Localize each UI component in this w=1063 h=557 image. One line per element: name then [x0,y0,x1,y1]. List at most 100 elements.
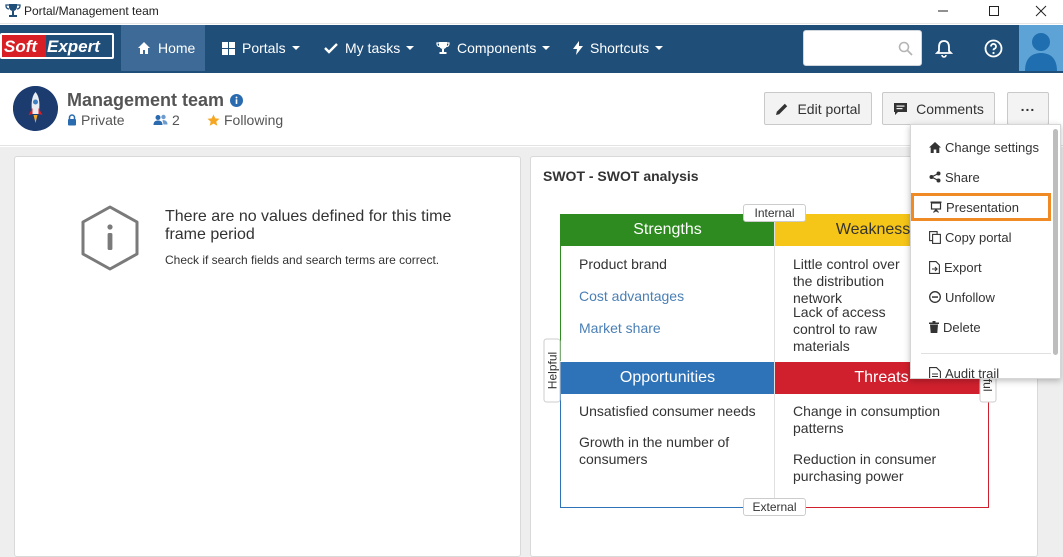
threats-quadrant: Threats Change in consumption patterns R… [775,362,989,508]
portal-avatar [13,86,58,131]
user-avatar[interactable] [1019,25,1063,71]
nav-my-tasks-label: My tasks [345,40,401,56]
menu-item-unfollow[interactable]: Unfollow [911,283,1054,311]
chevron-down-icon [542,46,551,50]
users-icon [153,114,168,125]
axis-label-internal: Internal [743,204,806,222]
check-icon [324,43,338,54]
menu-item-label: Delete [943,319,981,335]
axis-label-helpful: Helpful [543,338,561,403]
menu-divider [921,353,1051,354]
bolt-icon [573,41,583,55]
top-navbar: Soft Expert Home Portals My tasks Compon… [0,25,1063,73]
trophy-app-icon [5,3,21,19]
menu-item-delete[interactable]: Delete [911,313,1054,341]
threats-item: Reduction in consumer purchasing power [793,451,937,484]
export-icon [929,260,940,274]
menu-item-label: Copy portal [945,229,1012,245]
trash-icon [929,321,939,333]
nav-portals[interactable]: Portals [222,25,300,71]
chevron-down-icon [291,46,300,50]
close-button[interactable] [1018,0,1063,22]
strengths-item: Product brand [579,256,667,272]
comments-button[interactable]: Comments [882,92,995,125]
help-icon [984,39,1002,57]
info-hexagon-icon [81,205,139,271]
menu-item-label: Share [945,169,980,185]
menu-item-label: Audit trail [945,365,1000,379]
more-options-menu: Change settings Share Presentation Copy … [910,124,1061,379]
lock-icon [68,114,76,126]
audit-icon [929,366,941,378]
minimize-button[interactable] [920,0,966,22]
opportunities-header: Opportunities [561,362,774,394]
members-label: 2 [172,112,180,128]
pencil-icon [776,103,788,115]
chevron-down-icon [406,46,415,50]
portal-header: Management team Private 2 Following Edit… [0,73,1063,146]
comment-icon [894,102,908,115]
nav-shortcuts-label: Shortcuts [590,40,650,56]
svg-text:Expert: Expert [47,37,101,56]
nav-components-label: Components [457,40,537,56]
home-icon [138,42,150,54]
softexpert-logo[interactable]: Soft Expert [0,33,114,59]
rocket-icon [13,86,58,131]
window-titlebar: Portal/Management team [0,0,1063,24]
menu-item-presentation[interactable]: Presentation [911,193,1051,221]
page-title: Management team [67,90,225,110]
nav-portals-label: Portals [242,40,286,56]
members-count[interactable]: 2 [153,112,180,128]
weaknesses-item: Little control over the distribution net… [793,256,900,306]
home-icon [929,141,941,153]
trophy-icon [436,42,450,54]
privacy-label: Private [81,112,125,128]
more-options-button[interactable]: ... [1007,92,1049,125]
swot-title: SWOT - SWOT analysis [543,168,699,184]
opportunities-item: Unsatisfied consumer needs [579,403,756,419]
opportunities-item: Growth in the number of consumers [579,434,730,467]
empty-state-subtitle: Check if search fields and search terms … [165,253,440,267]
svg-text:Soft: Soft [4,37,38,56]
menu-item-label: Unfollow [945,289,995,305]
help-button[interactable] [982,37,1004,59]
menu-item-label: Change settings [945,139,1039,155]
presentation-icon [930,201,942,213]
nav-my-tasks[interactable]: My tasks [324,25,415,71]
menu-item-export[interactable]: Export [911,253,1054,281]
nav-components[interactable]: Components [436,25,551,71]
search-icon[interactable] [898,41,913,56]
chevron-down-icon [655,46,664,50]
bell-icon [935,39,953,58]
menu-item-audit-trail[interactable]: Audit trail [911,359,1054,379]
nav-home-label: Home [158,40,196,56]
menu-item-label: Export [944,259,982,275]
search-box[interactable] [803,30,922,66]
portals-icon [222,41,235,55]
menu-scrollbar[interactable] [1053,129,1058,355]
comments-label: Comments [916,100,984,117]
edit-portal-label: Edit portal [797,100,861,117]
nav-home[interactable]: Home [121,25,205,71]
empty-state-title: There are no values defined for this tim… [165,208,452,243]
notifications-button[interactable] [933,37,955,59]
menu-item-copy-portal[interactable]: Copy portal [911,223,1054,251]
strengths-quadrant: Strengths Product brand Cost advantages … [560,214,774,361]
menu-item-share[interactable]: Share [911,163,1054,191]
search-input[interactable] [804,31,894,65]
opportunities-quadrant: Opportunities Unsatisfied consumer needs… [560,362,774,508]
nav-shortcuts[interactable]: Shortcuts [573,25,664,71]
star-icon [207,114,220,126]
window-title: Portal/Management team [24,4,159,18]
strengths-item[interactable]: Market share [579,320,661,337]
share-icon [929,171,941,183]
info-icon[interactable] [230,94,243,107]
unfollow-icon [929,291,941,303]
threats-item: Change in consumption patterns [793,403,941,436]
axis-label-external: External [743,498,806,516]
follow-status[interactable]: Following [207,112,283,128]
maximize-button[interactable] [971,0,1017,22]
edit-portal-button[interactable]: Edit portal [764,92,872,125]
menu-item-change-settings[interactable]: Change settings [911,133,1054,161]
strengths-item[interactable]: Cost advantages [579,288,684,305]
